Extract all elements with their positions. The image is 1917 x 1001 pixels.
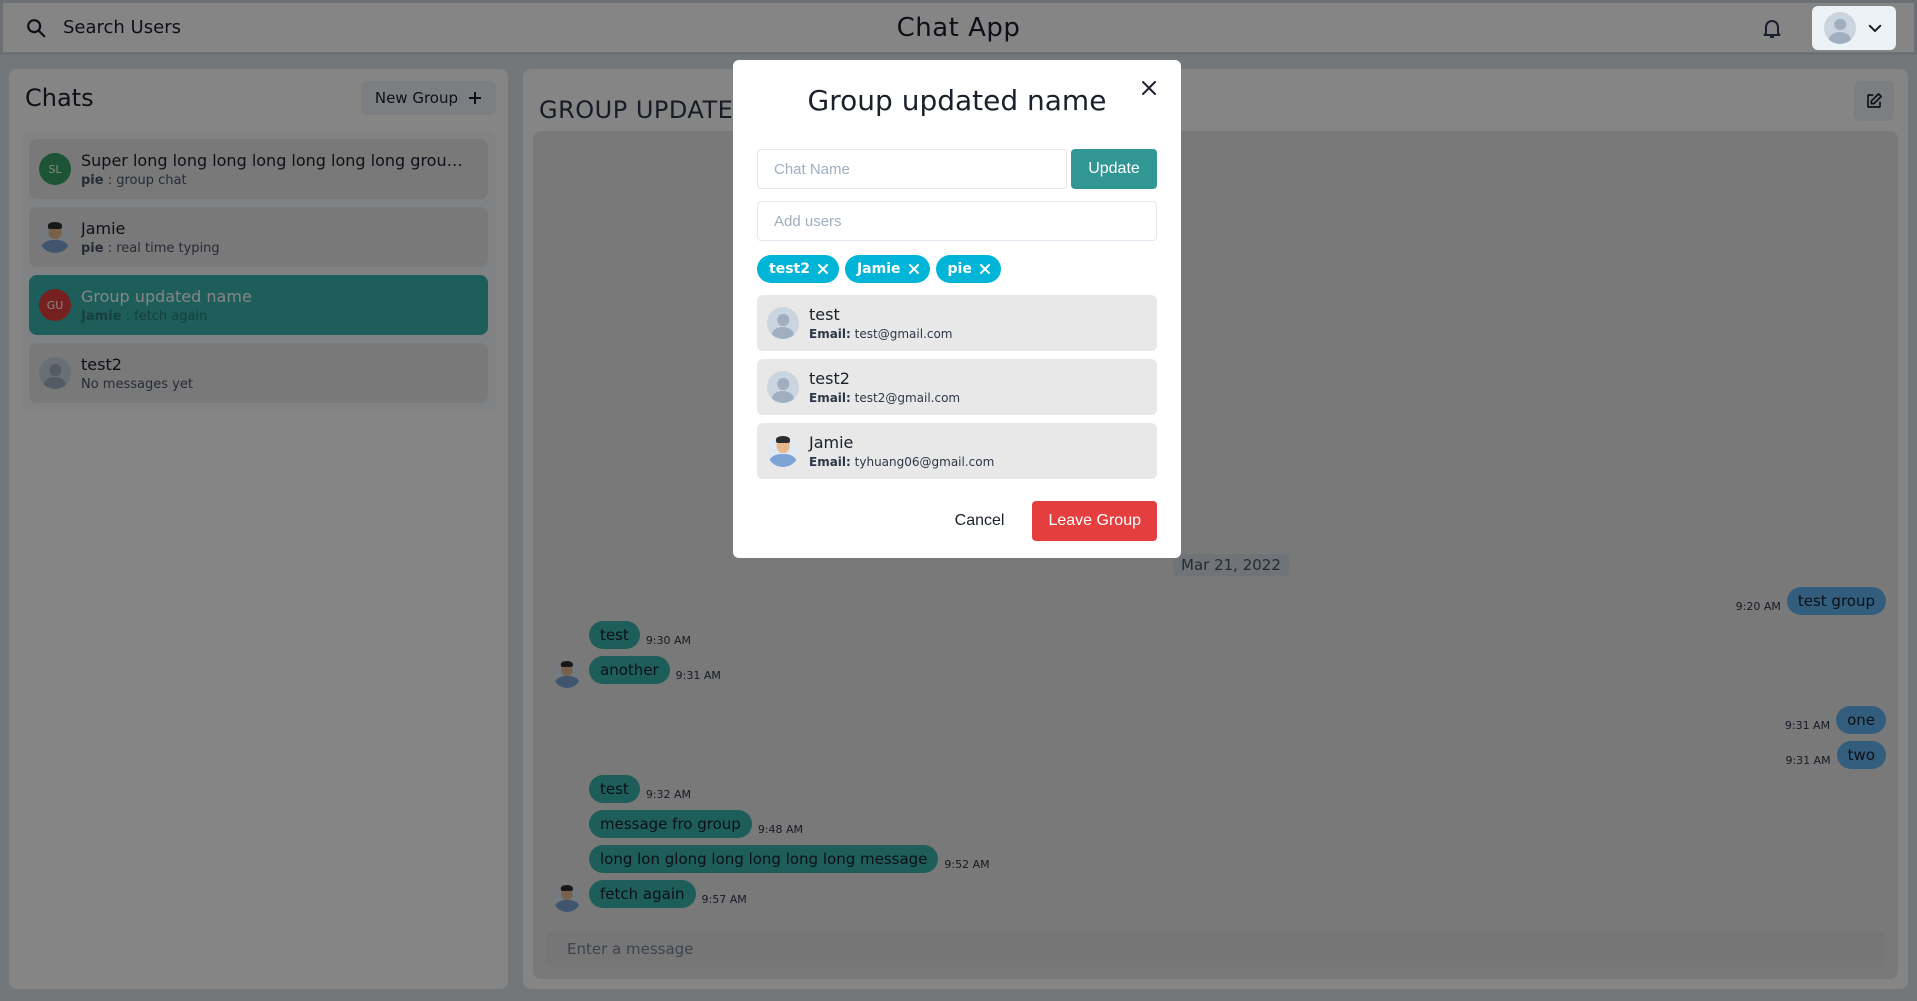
close-button[interactable] [1135, 74, 1163, 102]
header-actions [1760, 5, 1896, 50]
update-button[interactable]: Update [1071, 149, 1157, 189]
remove-member-icon[interactable] [908, 263, 920, 275]
email-prefix: Email: [809, 455, 851, 469]
user-avatar [1824, 11, 1856, 44]
remove-member-icon[interactable] [817, 263, 829, 275]
email-prefix: Email: [809, 327, 851, 341]
email-value: test2@gmail.com [854, 391, 961, 405]
email-value: test@gmail.com [854, 327, 953, 341]
user-email: Email: test@gmail.com [809, 327, 952, 341]
member-tag-label: test2 [769, 261, 810, 277]
jamie-avatar [767, 435, 799, 467]
user-name: test [809, 305, 840, 324]
user-result-item[interactable]: test Email: test@gmail.com [757, 295, 1157, 351]
user-email: Email: test2@gmail.com [809, 391, 960, 405]
cancel-button[interactable]: Cancel [939, 501, 1021, 541]
user-search-results: test Email: test@gmail.com test2 Email: … [757, 295, 1157, 479]
modal-footer: Cancel Leave Group [939, 501, 1157, 541]
member-tag-label: pie [947, 261, 972, 277]
chat-name-input[interactable] [757, 149, 1067, 189]
user-email: Email: tyhuang06@gmail.com [809, 455, 994, 469]
update-group-modal: Group updated name Update test2 Jamie pi… [733, 60, 1181, 558]
member-tags: test2 Jamie pie [757, 255, 1157, 283]
add-users-input[interactable] [757, 201, 1157, 241]
user-avatar [767, 307, 799, 339]
member-tag: pie [935, 255, 1001, 283]
email-value: tyhuang06@gmail.com [854, 455, 995, 469]
user-avatar [767, 371, 799, 403]
member-tag: Jamie [844, 255, 930, 283]
profile-menu-button[interactable] [1812, 5, 1896, 50]
bell-icon[interactable] [1760, 16, 1784, 40]
rename-row: Update [757, 149, 1157, 189]
user-result-item[interactable]: Jamie Email: tyhuang06@gmail.com [757, 423, 1157, 479]
member-tag: test2 [757, 255, 839, 283]
chevron-down-icon [1868, 24, 1882, 32]
leave-group-button[interactable]: Leave Group [1032, 501, 1157, 541]
close-icon [1142, 81, 1156, 95]
user-name: Jamie [809, 433, 854, 452]
user-result-item[interactable]: test2 Email: test2@gmail.com [757, 359, 1157, 415]
remove-member-icon[interactable] [979, 263, 991, 275]
user-name: test2 [809, 369, 850, 388]
modal-title: Group updated name [807, 84, 1107, 117]
member-tag-label: Jamie [856, 261, 901, 277]
email-prefix: Email: [809, 391, 851, 405]
